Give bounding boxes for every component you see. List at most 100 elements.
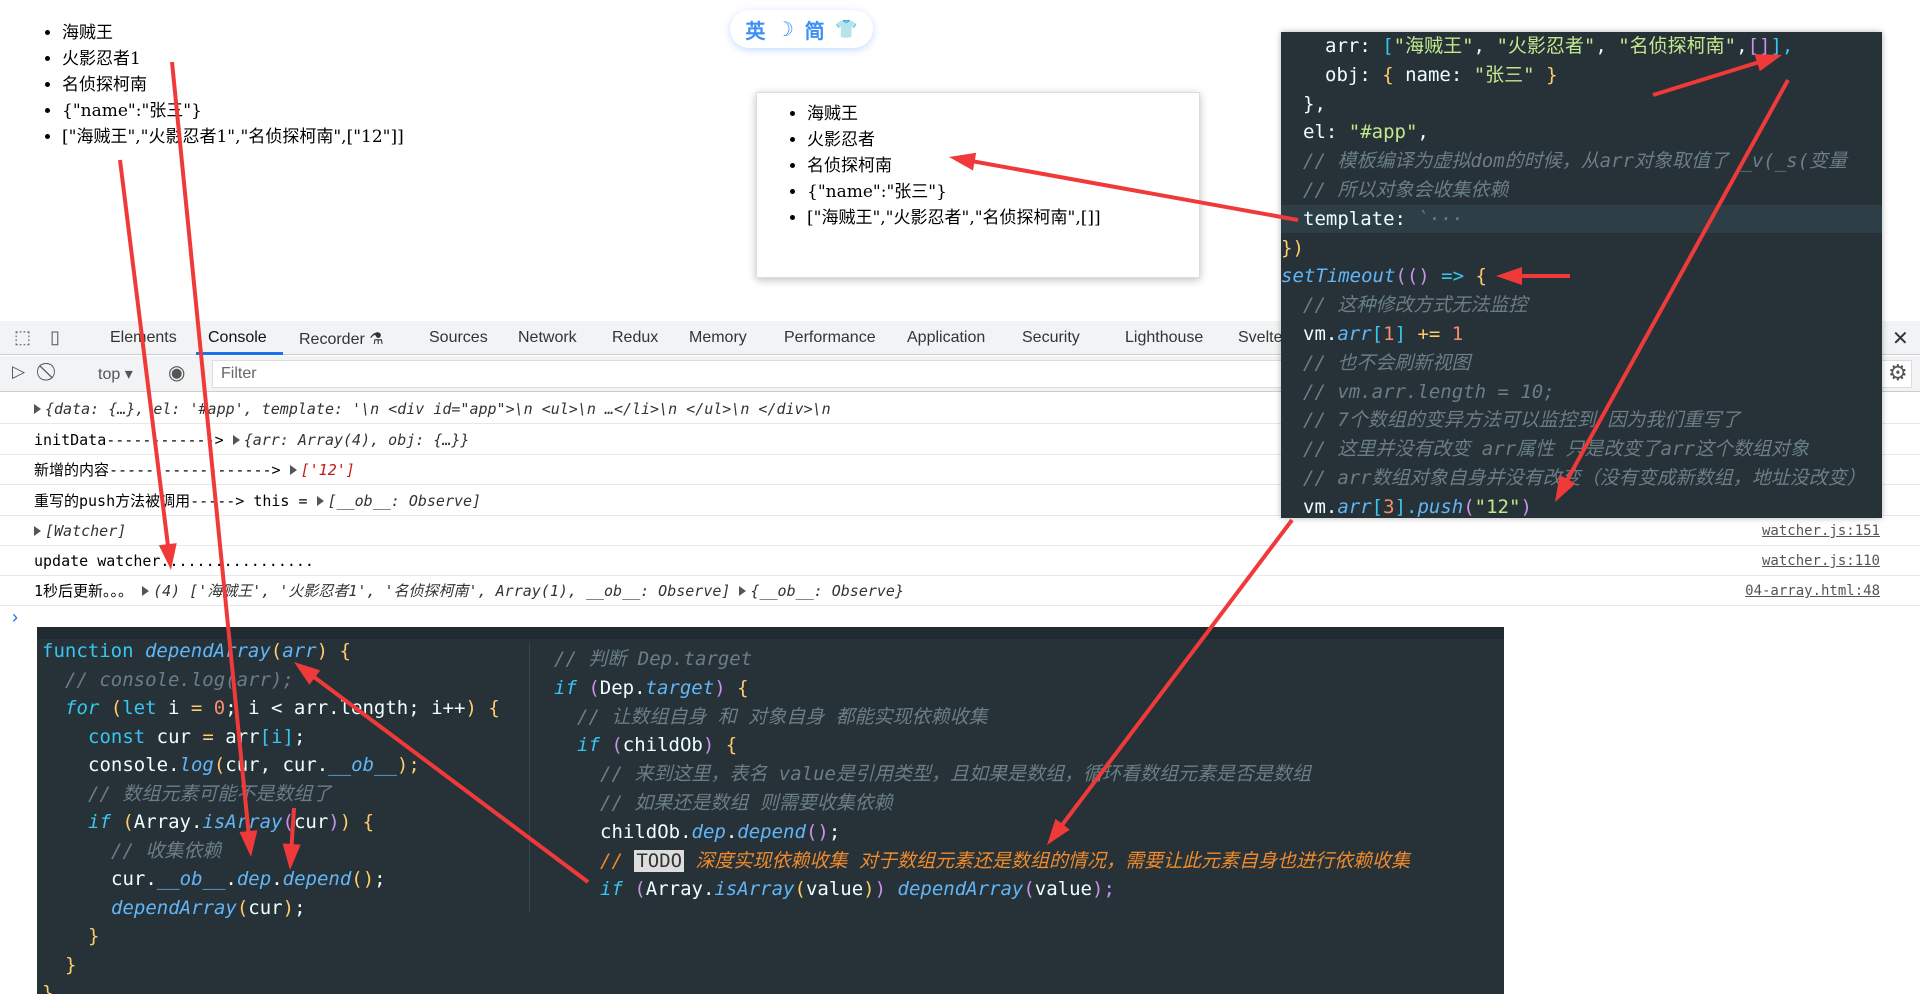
code-token: if: [577, 734, 612, 757]
code-line: if (Array.isArray(cur)) {: [88, 808, 374, 836]
console-object[interactable]: {data: {…}, el: '#app', template: '\n <d…: [45, 400, 831, 418]
code-token: // 这种修改方式无法监控: [1303, 294, 1528, 317]
code-token: // console.log(arr);: [65, 668, 294, 691]
code-token: },: [1303, 92, 1326, 115]
inspect-element-icon[interactable]: ⬚: [14, 327, 31, 348]
console-object[interactable]: (4) ['海贼王', '火影忍者1', '名侦探柯南', Array(1), …: [153, 582, 730, 600]
code-token: dependArray: [111, 896, 237, 919]
device-toolbar-icon[interactable]: ▯: [50, 327, 60, 348]
expand-icon[interactable]: [34, 526, 41, 536]
tab-network[interactable]: Network: [518, 329, 577, 347]
code-token: if: [554, 676, 589, 699]
tab-recorder[interactable]: Recorder ⚗: [299, 329, 384, 349]
code-token: [: [1371, 323, 1384, 345]
code-line: childOb.dep.depend();: [600, 818, 840, 846]
source-link[interactable]: 04-array.html:48: [1745, 576, 1880, 606]
code-token: {: [339, 640, 351, 662]
simplified-toggle[interactable]: 简: [805, 15, 825, 44]
expand-icon[interactable]: [316, 496, 324, 506]
code-line: if (Array.isArray(value)) dependArray(va…: [600, 875, 1115, 903]
code-token: (: [282, 811, 294, 833]
code-token: ;: [293, 725, 306, 748]
console-prompt[interactable]: ›: [12, 607, 18, 628]
code-token: let: [122, 697, 168, 719]
tab-sources[interactable]: Sources: [429, 329, 488, 347]
code-line: // TODO 深度实现依赖收集 对于数组元素还是数组的情况，需要让此元素自身也…: [600, 847, 1410, 875]
console-object[interactable]: {__ob__: Observe}: [750, 582, 904, 600]
moon-icon[interactable]: ☽: [776, 17, 794, 41]
context-select[interactable]: top ▾: [98, 364, 133, 384]
list-item: ["海贼王","火影忍者1","名侦探柯南",["12"]]: [62, 124, 404, 150]
code-token: =: [190, 697, 214, 719]
english-toggle[interactable]: 英: [745, 15, 765, 44]
code-token: setTimeout: [1281, 265, 1396, 288]
code-token: 3: [1383, 495, 1395, 518]
console-text: initData------------>: [34, 431, 224, 449]
code-token: ): [316, 640, 340, 662]
code-token: ,: [1595, 35, 1619, 57]
expand-icon[interactable]: [289, 465, 297, 475]
expand-icon[interactable]: [34, 404, 41, 414]
tab-performance[interactable]: Performance: [784, 329, 876, 347]
code-token: "火影忍者": [1496, 35, 1596, 57]
code-token: // 如果还是数组 则需要收集依赖: [600, 792, 893, 814]
code-token: depend: [737, 820, 806, 843]
close-icon[interactable]: ✕: [1892, 326, 1909, 351]
code-line: if (Dep.target) {: [554, 674, 749, 702]
code-line: // 这种修改方式无法监控: [1303, 291, 1527, 319]
code-token: ],: [1770, 35, 1794, 57]
code-token: depend: [282, 868, 352, 890]
tab-svelte[interactable]: Svelte: [1238, 329, 1282, 347]
code-token: dependArray: [897, 878, 1024, 901]
console-object[interactable]: ['12']: [301, 461, 355, 479]
active-tab-indicator: [196, 352, 283, 355]
code-token: (: [213, 754, 226, 776]
code-token: isArray: [202, 811, 283, 833]
sidebar-toggle-icon[interactable]: ▷: [12, 362, 25, 382]
code-token: (: [236, 896, 249, 919]
code-token: 1: [1383, 323, 1395, 345]
code-token: }: [65, 953, 77, 976]
code-token: if: [600, 878, 635, 901]
expand-icon[interactable]: [232, 435, 240, 445]
code-token: // 判断 Dep.target: [554, 648, 753, 670]
code-line: dependArray(cur);: [111, 894, 306, 922]
list-item: 海贼王: [62, 20, 404, 46]
code-line: cur.__ob__.dep.depend();: [111, 865, 386, 893]
code-line: el: "#app",: [1303, 118, 1429, 146]
tab-elements[interactable]: Elements: [110, 329, 177, 347]
code-token: Array.: [133, 811, 203, 833]
code-line: // 数组元素可能不是数组了: [88, 780, 331, 808]
code-token: .: [225, 868, 237, 890]
language-theme-toggle[interactable]: 英 ☽ 简 👕: [730, 10, 873, 48]
preview-list: 海贼王 火影忍者 名侦探柯南 {"name":"张三"} ["海贼王","火影忍…: [807, 101, 1101, 231]
tab-lighthouse[interactable]: Lighthouse: [1125, 329, 1203, 347]
source-link[interactable]: watcher.js:110: [1762, 546, 1880, 576]
code-token: +=: [1417, 323, 1452, 345]
tab-console[interactable]: Console: [208, 329, 267, 347]
code-token: .: [725, 820, 738, 843]
tab-memory[interactable]: Memory: [689, 329, 747, 347]
tab-application[interactable]: Application: [907, 329, 985, 347]
source-link[interactable]: watcher.js:151: [1762, 516, 1880, 546]
code-token: ]: [1394, 323, 1418, 345]
console-object[interactable]: [Watcher]: [45, 522, 126, 540]
expand-icon[interactable]: [142, 586, 150, 596]
code-line: // arr数组对象自身并没有改变（没有变成新数组，地址没改变）: [1303, 464, 1866, 492]
settings-icon[interactable]: ⚙: [1888, 360, 1908, 386]
console-object[interactable]: {arr: Array(4), obj: {…}}: [244, 431, 470, 449]
shirt-icon[interactable]: 👕: [835, 19, 857, 40]
console-object[interactable]: [__ob__: Observe]: [328, 492, 482, 510]
code-line: },: [1303, 90, 1326, 118]
eye-icon[interactable]: ◉: [168, 360, 185, 385]
tab-redux[interactable]: Redux: [612, 329, 658, 347]
expand-icon[interactable]: [739, 586, 747, 596]
tab-security[interactable]: Security: [1022, 329, 1080, 347]
code-token: ;: [294, 896, 306, 919]
code-token: (: [110, 697, 123, 719]
code-token: arr:: [1325, 35, 1383, 57]
code-token: (): [351, 868, 375, 890]
code-line: // 来到这里，表名 value是引用类型，且如果是数组，循环看数组元素是否是数…: [600, 760, 1311, 788]
code-token: =: [202, 725, 226, 748]
code-token: {: [1382, 63, 1406, 86]
